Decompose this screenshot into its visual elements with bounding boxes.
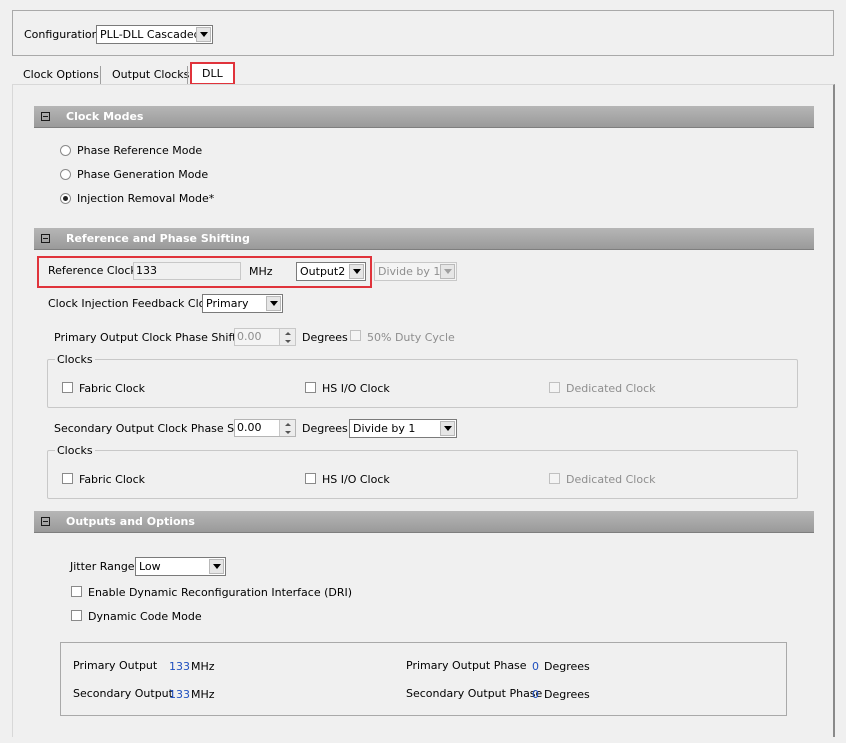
secondary-shift-spinner[interactable]: 0.00 <box>234 419 296 437</box>
secondary-shift-value: 0.00 <box>237 421 262 434</box>
primary-output-label: Primary Output <box>73 659 158 672</box>
secondary-divider-value: Divide by 1 <box>353 422 416 435</box>
primary-phase-value: 0 <box>532 660 539 673</box>
radio-injection-removal[interactable] <box>60 193 71 204</box>
jitter-range-select[interactable]: Low <box>135 557 226 576</box>
section-title: Outputs and Options <box>66 515 195 528</box>
duty-cycle-checkbox[interactable] <box>350 330 361 341</box>
radio-phase-reference[interactable] <box>60 145 71 156</box>
checkbox-label: HS I/O Clock <box>322 382 390 395</box>
tab-clock-options[interactable]: Clock Options <box>23 66 99 84</box>
radio-phase-generation[interactable] <box>60 169 71 180</box>
output-summary-box <box>60 642 787 716</box>
configuration-label: Configuration <box>24 28 99 41</box>
tab-divider <box>100 66 101 84</box>
chevron-down-icon[interactable] <box>196 27 211 42</box>
reference-divider-select[interactable]: Divide by 1 <box>374 262 457 281</box>
spin-up-icon[interactable] <box>280 420 295 428</box>
reference-divider-value: Divide by 1 <box>378 265 440 278</box>
checkbox-label: Dedicated Clock <box>566 473 656 486</box>
chevron-down-icon[interactable] <box>440 264 455 279</box>
secondary-phase-unit: Degrees <box>544 688 590 701</box>
group-legend: Clocks <box>55 353 95 366</box>
dynamic-code-label: Dynamic Code Mode <box>88 610 202 623</box>
secondary-output-label: Secondary Output <box>73 687 173 700</box>
secondary-shift-unit: Degrees <box>302 422 348 435</box>
tab-output-clocks[interactable]: Output Clocks <box>112 66 189 84</box>
primary-output-unit: MHz <box>191 660 215 673</box>
primary-dedicated-clock-checkbox[interactable] <box>549 382 560 393</box>
reference-clock-highlight <box>37 256 372 288</box>
configuration-select[interactable]: PLL-DLL Cascaded <box>96 25 213 44</box>
radio-label: Phase Generation Mode <box>77 168 209 181</box>
section-title: Clock Modes <box>66 110 144 123</box>
secondary-hsio-clock-checkbox[interactable] <box>305 473 316 484</box>
secondary-phase-label: Secondary Output Phase <box>406 687 543 700</box>
secondary-divider-select[interactable]: Divide by 1 <box>349 419 457 438</box>
primary-phase-label: Primary Output Phase <box>406 659 527 672</box>
primary-shift-unit: Degrees <box>302 331 348 344</box>
chevron-down-icon[interactable] <box>440 421 455 436</box>
minus-box-icon[interactable] <box>41 517 50 526</box>
spin-down-icon[interactable] <box>280 337 295 345</box>
feedback-clock-label: Clock Injection Feedback Clock <box>48 297 218 310</box>
radio-label: Phase Reference Mode <box>77 144 203 157</box>
checkbox-label: HS I/O Clock <box>322 473 390 486</box>
feedback-clock-select[interactable]: Primary <box>202 294 283 313</box>
section-reference-phase[interactable]: Reference and Phase Shifting <box>34 228 814 250</box>
checkbox-label: Fabric Clock <box>79 473 146 486</box>
secondary-output-unit: MHz <box>191 688 215 701</box>
jitter-range-value: Low <box>139 560 161 573</box>
dri-label: Enable Dynamic Reconfiguration Interface… <box>88 586 353 599</box>
chevron-down-icon[interactable] <box>209 559 224 574</box>
secondary-shift-label: Secondary Output Clock Phase Shift <box>54 422 253 435</box>
primary-shift-spinner[interactable]: 0.00 <box>234 328 296 346</box>
tab-dll-highlight <box>190 62 235 85</box>
primary-shift-value: 0.00 <box>237 330 262 343</box>
radio-label: Injection Removal Mode* <box>77 192 215 205</box>
spin-down-icon[interactable] <box>280 428 295 436</box>
secondary-phase-value: 0 <box>532 688 539 701</box>
primary-shift-label: Primary Output Clock Phase Shift <box>54 331 237 344</box>
configuration-value: PLL-DLL Cascaded <box>100 28 196 41</box>
secondary-output-value: 133 <box>169 688 190 701</box>
primary-output-value: 133 <box>169 660 190 673</box>
section-clock-modes[interactable]: Clock Modes <box>34 106 814 128</box>
spin-up-icon[interactable] <box>280 329 295 337</box>
secondary-dedicated-clock-checkbox[interactable] <box>549 473 560 484</box>
dri-checkbox[interactable] <box>71 586 82 597</box>
chevron-down-icon[interactable] <box>266 296 281 311</box>
duty-cycle-label: 50% Duty Cycle <box>367 331 455 344</box>
primary-fabric-clock-checkbox[interactable] <box>62 382 73 393</box>
group-legend: Clocks <box>55 444 95 457</box>
dynamic-code-checkbox[interactable] <box>71 610 82 621</box>
tab-divider <box>187 66 188 84</box>
minus-box-icon[interactable] <box>41 234 50 243</box>
primary-clocks-group <box>47 359 798 408</box>
primary-phase-unit: Degrees <box>544 660 590 673</box>
checkbox-label: Dedicated Clock <box>566 382 656 395</box>
section-outputs-options[interactable]: Outputs and Options <box>34 511 814 533</box>
section-title: Reference and Phase Shifting <box>66 232 250 245</box>
checkbox-label: Fabric Clock <box>79 382 146 395</box>
feedback-clock-value: Primary <box>206 297 249 310</box>
secondary-clocks-group <box>47 450 798 499</box>
primary-hsio-clock-checkbox[interactable] <box>305 382 316 393</box>
jitter-range-label: Jitter Range <box>70 560 135 573</box>
secondary-fabric-clock-checkbox[interactable] <box>62 473 73 484</box>
minus-box-icon[interactable] <box>41 112 50 121</box>
